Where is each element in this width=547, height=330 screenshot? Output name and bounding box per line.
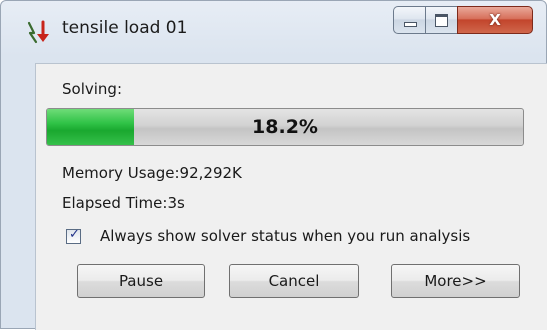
- solver-progress-bar: 18.2%: [46, 108, 524, 146]
- cancel-button[interactable]: Cancel: [229, 264, 359, 298]
- caption-buttons: X: [393, 6, 533, 36]
- maximize-button[interactable]: [425, 6, 457, 34]
- dialog-client-area: Solving: 18.2% Memory Usage:92,292K Elap…: [35, 63, 547, 330]
- always-show-status-option[interactable]: ✓ Always show solver status when you run…: [66, 226, 470, 246]
- solver-status-window: tensile load 01 X Solving: 18.2% Memory …: [0, 0, 547, 330]
- memory-usage-text: Memory Usage:92,292K: [62, 164, 242, 182]
- solving-label: Solving:: [62, 80, 122, 98]
- elapsed-time-text: Elapsed Time:3s: [62, 194, 185, 212]
- always-show-status-label[interactable]: Always show solver status when you run a…: [100, 227, 470, 245]
- close-button[interactable]: X: [457, 6, 533, 34]
- checkmark-icon: ✓: [69, 226, 80, 242]
- progress-percent: 18.2%: [252, 116, 318, 138]
- more-button[interactable]: More>>: [391, 264, 520, 298]
- pause-button[interactable]: Pause: [77, 264, 205, 298]
- minimize-icon: [394, 7, 425, 33]
- title-bar[interactable]: tensile load 01 X: [1, 1, 546, 59]
- minimize-button[interactable]: [393, 6, 425, 34]
- solver-arrows-icon: [27, 20, 49, 44]
- window-title: tensile load 01: [62, 18, 188, 38]
- maximize-icon: [426, 7, 457, 33]
- close-icon: X: [489, 11, 501, 29]
- always-show-status-checkbox[interactable]: ✓: [66, 226, 81, 244]
